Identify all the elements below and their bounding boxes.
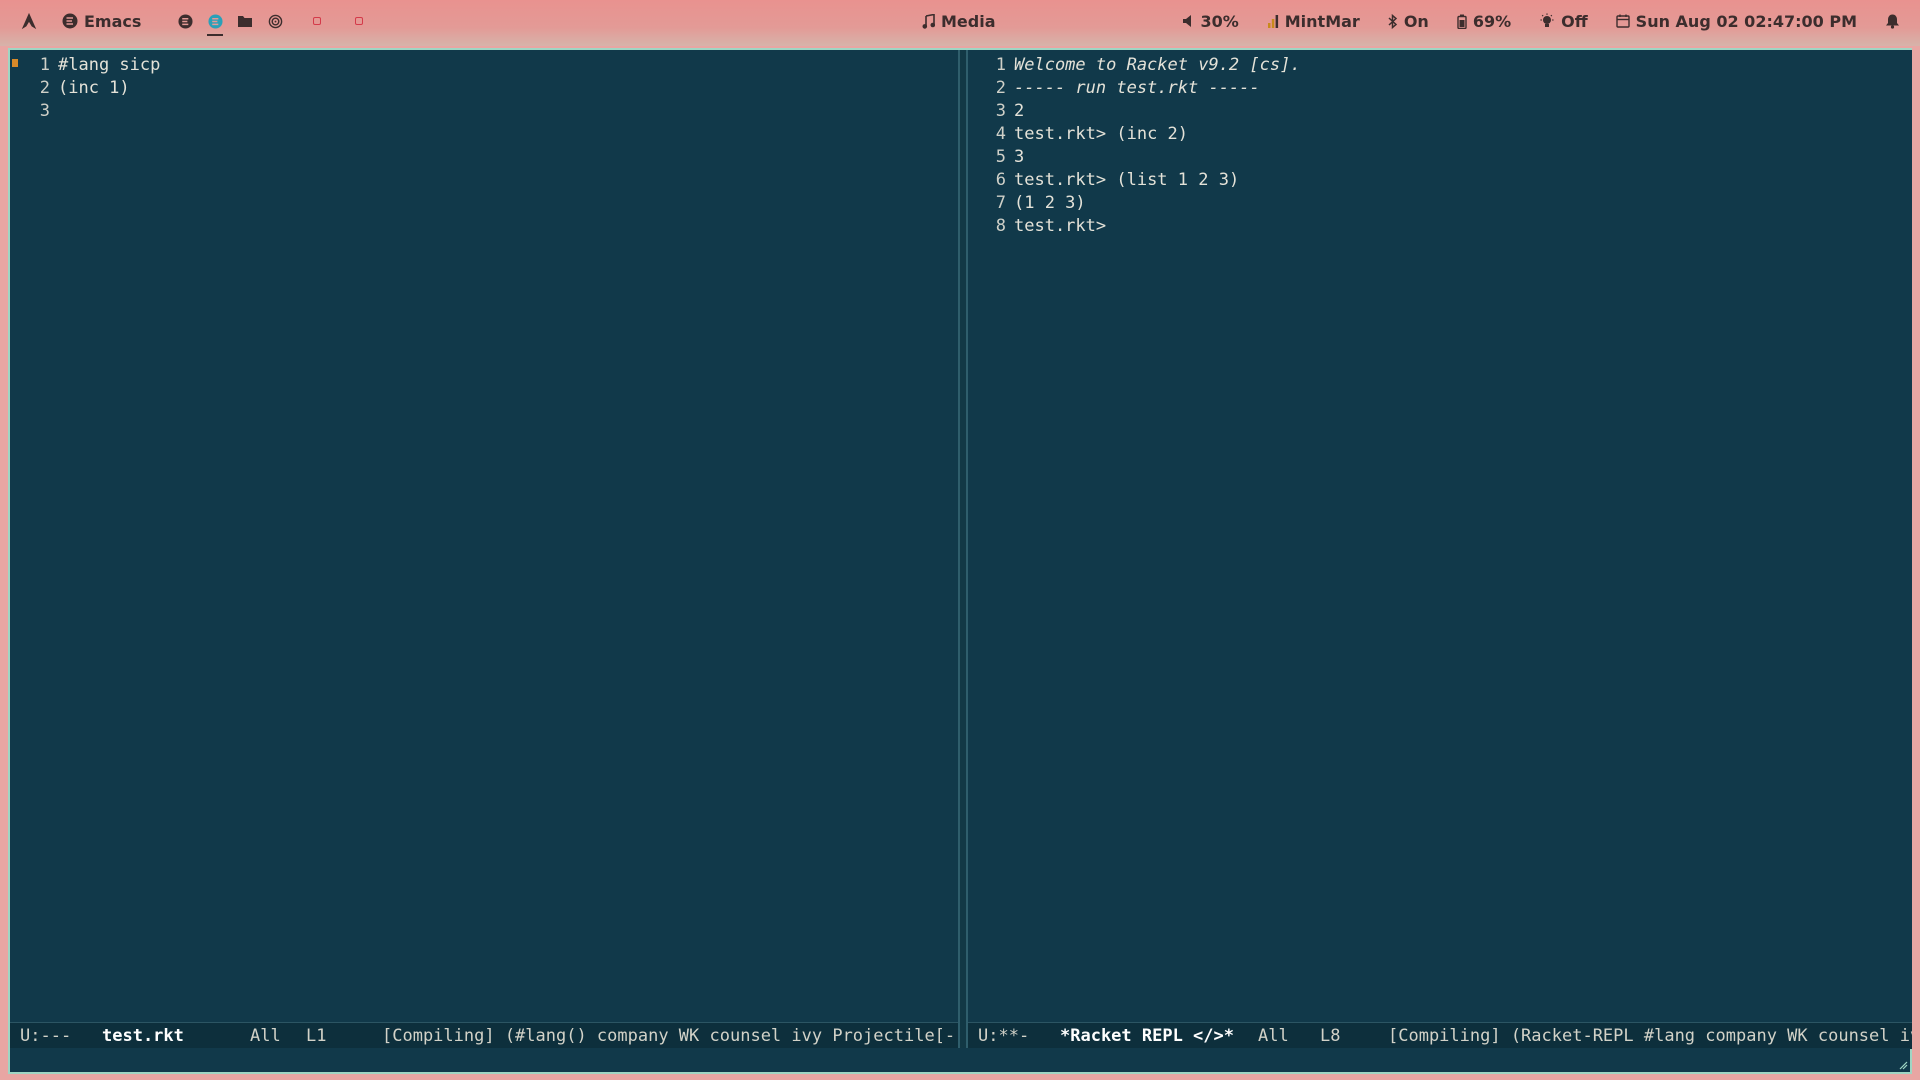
code-line[interactable]: 1 #lang sicp: [10, 54, 161, 77]
repl-window-right[interactable]: 1 Welcome to Racket v9.2 [cs]. 2 ----- r…: [968, 50, 1912, 1022]
empty-workspace-icon: [313, 17, 322, 25]
clock-widget[interactable]: Sun Aug 02 02:47:00 PM: [1615, 11, 1857, 31]
battery-icon: [1457, 14, 1467, 29]
repl-line[interactable]: 2 ----- run test.rkt -----: [968, 77, 1301, 100]
line-text: (inc 2): [1106, 124, 1189, 144]
top-bar-left: Emacs: [20, 0, 369, 42]
arch-linux-icon: [21, 12, 37, 30]
line-number: 6: [995, 170, 1006, 190]
repl-prompt: test.rkt>: [1014, 170, 1107, 190]
line-number: 8: [995, 216, 1006, 236]
line-text: (list 1 2 3): [1106, 170, 1240, 190]
folder-icon: [238, 16, 253, 27]
repl-prompt: test.rkt>: [1014, 124, 1107, 144]
repl-line[interactable]: 3 2: [968, 100, 1301, 123]
line-number: 2: [995, 78, 1006, 98]
line-text: Welcome to Racket v9.2 [cs].: [1014, 55, 1301, 75]
modeline-buffer-name[interactable]: *Racket REPL </>*: [1060, 1023, 1234, 1049]
modeline-position: All: [1258, 1026, 1289, 1046]
line-number: 3: [39, 101, 50, 121]
brightness-widget[interactable]: Off: [1539, 12, 1588, 31]
speaker-icon: [1183, 15, 1192, 27]
music-note-icon: [922, 13, 935, 29]
workspace-empty-2[interactable]: [349, 10, 369, 32]
volume-widget[interactable]: 30%: [1182, 11, 1239, 31]
active-app-name: Emacs: [84, 11, 142, 31]
bell-icon: [1886, 14, 1899, 29]
bluetooth-status: On: [1403, 11, 1429, 31]
signal-icon: [1267, 14, 1278, 28]
workspace-emacs-active[interactable]: [205, 10, 225, 36]
code-line[interactable]: 3: [10, 100, 160, 123]
bluetooth-icon: [1388, 13, 1397, 29]
top-bar: Emacs Media 30% MintMar On 69% Off Sun A…: [0, 0, 1920, 46]
workspace-files[interactable]: [235, 10, 255, 32]
modeline-status: U:**-: [978, 1026, 1030, 1046]
line-text: 3: [1014, 147, 1025, 167]
emacs-frame: 1 #lang sicp 2 (inc 1) 3 1 Welcome to Ra…: [8, 48, 1912, 1074]
modeline-buffer-name[interactable]: test.rkt: [102, 1023, 184, 1049]
editor-lines: 1 #lang sicp 2 (inc 1) 3: [10, 54, 161, 123]
editor-window-left[interactable]: 1 #lang sicp 2 (inc 1) 3: [10, 50, 958, 1022]
media-widget[interactable]: Media: [922, 0, 996, 42]
bluetooth-widget[interactable]: On: [1388, 12, 1429, 31]
emacs-icon: [178, 13, 193, 29]
line-number: 5: [995, 147, 1006, 167]
line-number: 1: [39, 55, 50, 75]
workspace-list: [175, 10, 369, 36]
brightness-status: Off: [1561, 11, 1588, 31]
target-icon: [268, 14, 283, 28]
line-number: 4: [995, 124, 1006, 144]
emacs-icon: [62, 13, 78, 29]
code-line[interactable]: 2 (inc 1): [10, 77, 160, 100]
line-text: (inc 1): [58, 78, 130, 98]
repl-line[interactable]: 6 test.rkt> (list 1 2 3): [968, 169, 1301, 192]
workspace-target[interactable]: [265, 10, 285, 32]
modeline-line-number: L8: [1320, 1026, 1341, 1046]
modeline-status: U:---: [20, 1026, 72, 1046]
line-text: 2: [1014, 101, 1025, 121]
repl-line[interactable]: 8 test.rkt>: [968, 215, 1301, 238]
window-divider[interactable]: [958, 50, 968, 1072]
repl-lines: 1 Welcome to Racket v9.2 [cs]. 2 ----- r…: [968, 54, 1301, 238]
line-number: 1: [995, 55, 1006, 75]
workspace-emacs[interactable]: [175, 10, 195, 32]
repl-line[interactable]: 1 Welcome to Racket v9.2 [cs].: [968, 54, 1301, 77]
line-number: 3: [995, 101, 1006, 121]
network-name: MintMar: [1284, 11, 1360, 31]
modeline-line-number: L1: [306, 1026, 327, 1046]
repl-line[interactable]: 4 test.rkt> (inc 2): [968, 123, 1301, 146]
modeline-modes[interactable]: [Compiling] (Racket-REPL #lang company W…: [1388, 1023, 1912, 1049]
status-area: 30% MintMar On 69% Off Sun Aug 02 02:47:…: [1182, 0, 1900, 42]
clock-text: Sun Aug 02 02:47:00 PM: [1635, 11, 1857, 31]
arch-logo[interactable]: [20, 12, 62, 30]
battery-value: 69%: [1472, 11, 1512, 31]
line-text: (1 2 3): [1014, 193, 1086, 213]
network-widget[interactable]: MintMar: [1267, 12, 1360, 31]
repl-line[interactable]: 5 3: [968, 146, 1301, 169]
repl-line[interactable]: 7 (1 2 3): [968, 192, 1301, 215]
empty-workspace-icon: [355, 17, 364, 25]
resize-corner-icon[interactable]: [1898, 1060, 1908, 1070]
modeline-position: All: [250, 1026, 281, 1046]
calendar-icon: [1615, 14, 1630, 28]
line-number: 7: [995, 193, 1006, 213]
emacs-icon: [208, 13, 223, 29]
lightbulb-icon: [1540, 13, 1554, 27]
repl-prompt: test.rkt>: [1014, 216, 1107, 236]
workspace-empty-1[interactable]: [307, 10, 327, 32]
line-text: ----- run test.rkt -----: [1014, 78, 1260, 98]
line-number: 2: [39, 78, 50, 98]
active-app[interactable]: Emacs: [62, 12, 141, 31]
notifications-widget[interactable]: [1885, 13, 1900, 29]
modeline-right[interactable]: U:**- *Racket REPL </>* All L8 [Compilin…: [968, 1022, 1912, 1049]
modeline-modes[interactable]: [Compiling] (#lang() company WK counsel …: [382, 1023, 958, 1049]
modeline-left[interactable]: U:--- test.rkt All L1 [Compiling] (#lang…: [10, 1022, 958, 1049]
line-text: #lang sicp: [58, 55, 161, 75]
battery-widget[interactable]: 69%: [1457, 12, 1511, 31]
media-label: Media: [941, 11, 996, 31]
echo-area[interactable]: [10, 1048, 1910, 1072]
volume-value: 30%: [1200, 11, 1239, 31]
